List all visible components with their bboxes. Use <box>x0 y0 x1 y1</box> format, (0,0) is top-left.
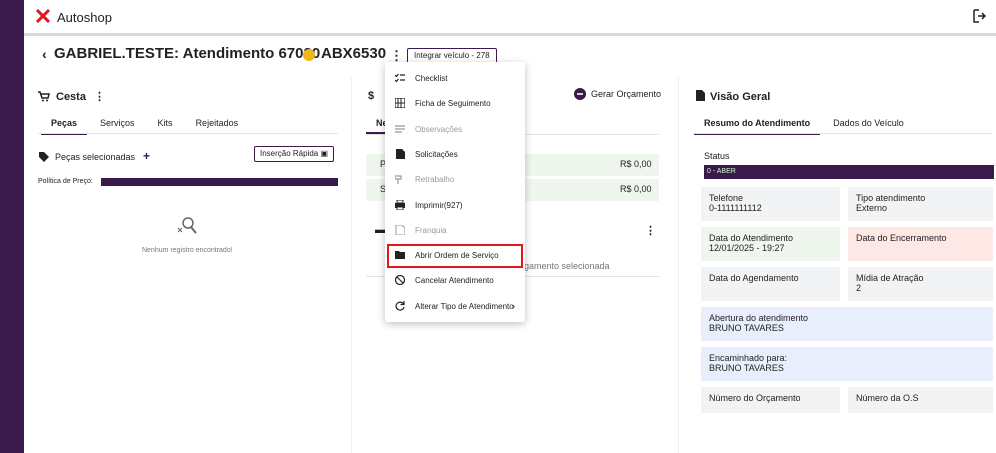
data-encerramento-card: Data do Encerramento <box>848 227 993 261</box>
print-icon <box>395 199 405 210</box>
data-atendimento-value: 12/01/2025 - 19:27 <box>709 243 785 253</box>
status-dot <box>303 49 315 61</box>
politica-select[interactable] <box>101 178 338 186</box>
document-icon <box>696 90 705 101</box>
politica-label: Política de Preço: <box>38 178 93 185</box>
insercao-rapida-label: Inserção Rápida <box>260 149 319 158</box>
data-atendimento-label: Data do Atendimento <box>709 233 794 243</box>
menu-item-ficha-de-seguimento[interactable]: Ficha de Seguimento <box>385 91 525 116</box>
menu-item-label: Solicitações <box>415 149 458 159</box>
lines-icon <box>395 124 405 133</box>
abertura-label: Abertura do atendimento <box>709 313 809 323</box>
logo-icon <box>36 9 50 23</box>
menu-item-observa-es: Observações <box>385 117 525 142</box>
servicos-total-value: R$ 0,00 <box>620 184 652 194</box>
insercao-rapida-button[interactable]: Inserção Rápida ▣ <box>254 146 335 162</box>
page-title: GABRIEL.TESTE: Atendimento 67020 <box>54 45 321 62</box>
status-label: Status <box>704 151 730 161</box>
telefone-value: 0-1111111112 <box>709 203 762 213</box>
logout-icon[interactable] <box>972 9 986 23</box>
highlight-abrir-os <box>387 244 523 268</box>
telefone-label: Telefone <box>709 193 744 203</box>
data-atendimento-card: Data do Atendimento 12/01/2025 - 19:27 <box>701 227 840 261</box>
payment-menu-icon[interactable]: ⋮ <box>645 224 656 237</box>
vehicle-plate: ABX6530 <box>321 45 387 62</box>
menu-item-retrabalho: Retrabalho <box>385 167 525 192</box>
cesta-panel: Cesta ⋮ Peças Serviços Kits Rejeitados P… <box>24 78 352 453</box>
numero-os-card: Número da O.S <box>848 387 993 413</box>
menu-item-label: Checklist <box>415 74 448 83</box>
abertura-value: BRUNO TAVARES <box>709 323 784 333</box>
empty-message: Nenhum registro encontrado! <box>142 247 233 254</box>
grid-icon <box>395 98 405 109</box>
data-agendamento-card: Data do Agendamento <box>701 267 840 301</box>
menu-item-label: Retrabalho <box>415 175 455 185</box>
visao-geral-panel: Visão Geral Resumo do Atendimento Dados … <box>680 78 996 453</box>
menu-item-checklist[interactable]: Checklist <box>385 66 525 91</box>
add-peca-icon[interactable]: + <box>143 149 150 163</box>
checklist-icon <box>395 73 405 83</box>
left-sidebar <box>0 0 24 453</box>
encaminhado-value: BRUNO TAVARES <box>709 363 784 373</box>
app-title: Autoshop <box>57 10 112 25</box>
search-empty-icon <box>177 217 197 234</box>
top-bar: Autoshop <box>24 0 996 36</box>
document-icon <box>396 148 405 159</box>
numero-orcamento-card: Número do Orçamento <box>701 387 840 413</box>
cesta-title: Cesta <box>56 91 86 103</box>
menu-item-label: Cancelar Atendimento <box>415 276 494 286</box>
chevron-right-icon: › <box>512 300 515 311</box>
menu-item-label: Ficha de Seguimento <box>415 99 491 109</box>
tabs-divider <box>38 133 338 134</box>
status-value: 0 - ABER <box>704 165 994 179</box>
gerar-orcamento-button[interactable]: Gerar Orçamento <box>591 89 661 99</box>
scan-icon: ▣ <box>320 149 329 158</box>
minus-circle-icon[interactable] <box>574 88 586 100</box>
menu-item-solicita-es[interactable]: Solicitações <box>385 142 525 167</box>
back-icon[interactable]: ‹ <box>42 46 47 62</box>
data-encerramento-label: Data do Encerramento <box>856 233 947 243</box>
tipo-value: Externo <box>856 203 888 213</box>
data-agendamento-label: Data do Agendamento <box>709 273 799 283</box>
cesta-menu-icon[interactable]: ⋮ <box>94 90 105 103</box>
pecas-selecionadas-label: Peças selecionadas <box>55 152 136 162</box>
cancel-icon <box>395 275 405 286</box>
encaminhado-label: Encaminhado para: <box>709 353 788 363</box>
pecas-total-value: R$ 0,00 <box>620 159 652 169</box>
cart-icon <box>38 91 50 102</box>
tipo-label: Tipo atendimento <box>856 193 926 203</box>
menu-item-alterar-tipo-de-atendimento[interactable]: Alterar Tipo de Atendimento › <box>385 294 525 319</box>
visao-geral-title: Visão Geral <box>710 91 771 103</box>
pagamento-message: gamento selecionada <box>524 261 610 271</box>
telefone-card: Telefone 0-1111111112 <box>701 187 840 221</box>
menu-item-label: Imprimir(927) <box>415 200 463 210</box>
menu-item-imprimir-927[interactable]: Imprimir(927) <box>385 193 525 218</box>
tipo-card: Tipo atendimento Externo <box>848 187 993 221</box>
numero-orcamento-label: Número do Orçamento <box>709 393 801 403</box>
encaminhado-card: Encaminhado para: BRUNO TAVARES <box>701 347 993 381</box>
visao-tabs-divider <box>693 133 993 134</box>
menu-item-label: Observações <box>415 124 463 134</box>
midia-label: Mídia de Atração <box>856 273 924 283</box>
refresh-icon <box>395 300 405 311</box>
abertura-card: Abertura do atendimento BRUNO TAVARES <box>701 307 993 341</box>
tag-icon <box>39 152 49 162</box>
menu-item-franquia: Franquia <box>385 218 525 243</box>
menu-item-label: Franquia <box>415 225 447 235</box>
numero-os-label: Número da O.S <box>856 393 919 403</box>
doc-icon <box>395 224 405 235</box>
menu-item-label: Alterar Tipo de Atendimento <box>415 301 514 311</box>
midia-value: 2 <box>856 283 862 293</box>
menu-item-cancelar-atendimento[interactable]: Cancelar Atendimento <box>385 268 525 293</box>
dollar-icon: $ <box>368 90 375 102</box>
hammer-icon <box>395 175 402 185</box>
actions-menu: Checklist Ficha de Seguimento Observações S… <box>385 62 525 322</box>
midia-card: Mídia de Atração 2 <box>848 267 993 301</box>
